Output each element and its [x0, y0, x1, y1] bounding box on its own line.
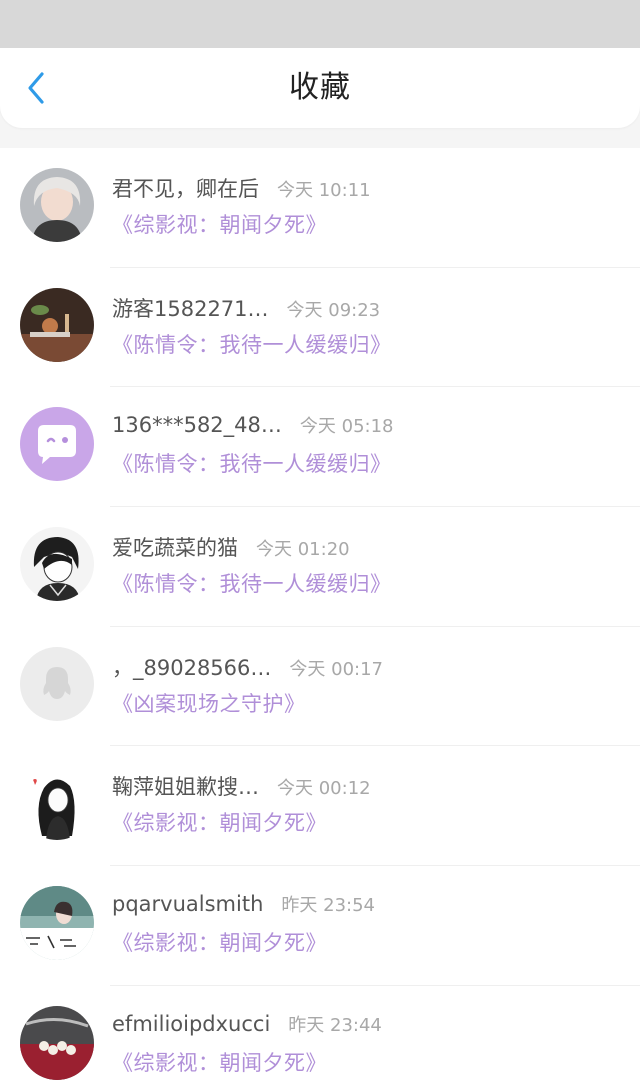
- book-title-link[interactable]: 《陈情令：我待一人缓缓归》: [112, 329, 392, 359]
- user-name: 游客1582271…: [112, 296, 269, 321]
- list-item[interactable]: 君不见，卿在后 今天 10:11 《综影视：朝闻夕死》: [0, 148, 640, 268]
- user-name-row: efmilioipdxucci 昨天 23:44: [112, 1011, 382, 1037]
- user-name-row: pqarvualsmith 昨天 23:54: [112, 891, 375, 917]
- avatar[interactable]: [20, 287, 94, 362]
- avatar[interactable]: [20, 1005, 94, 1080]
- list-item[interactable]: pqarvualsmith 昨天 23:54 《综影视：朝闻夕死》: [0, 866, 640, 986]
- user-name: 136***582_48…: [112, 413, 282, 438]
- book-title-link[interactable]: 《陈情令：我待一人缓缓归》: [112, 448, 392, 478]
- timestamp: 昨天 23:44: [288, 1014, 382, 1036]
- book-title-link[interactable]: 《凶案现场之守护》: [112, 688, 306, 718]
- avatar[interactable]: [20, 646, 94, 721]
- book-title-link[interactable]: 《综影视：朝闻夕死》: [112, 1047, 327, 1077]
- user-name-row: 鞠萍姐姐歉搜… 今天 00:12: [112, 771, 371, 801]
- timestamp: 今天 00:12: [277, 778, 371, 800]
- timestamp: 今天 10:11: [277, 180, 371, 201]
- default-penguin-icon: [20, 646, 94, 721]
- list-item[interactable]: 游客1582271… 今天 09:23 《陈情令：我待一人缓缓归》: [0, 268, 640, 388]
- user-name: efmilioipdxucci: [112, 1011, 271, 1036]
- user-name: 爱吃蔬菜的猫: [112, 536, 238, 561]
- user-name-row: 爱吃蔬菜的猫 今天 01:20: [112, 532, 350, 562]
- user-name-row: 君不见，卿在后 今天 10:11: [112, 173, 371, 203]
- user-name: 鞠萍姐姐歉搜…: [112, 775, 259, 800]
- avatar[interactable]: [20, 886, 94, 961]
- book-title-link[interactable]: 《综影视：朝闻夕死》: [112, 927, 327, 957]
- list-item[interactable]: efmilioipdxucci 昨天 23:44 《综影视：朝闻夕死》: [0, 986, 640, 1089]
- list-item[interactable]: 136***582_48… 今天 05:18 《陈情令：我待一人缓缓归》: [0, 387, 640, 508]
- timestamp: 今天 09:23: [286, 299, 381, 321]
- book-title-link[interactable]: 《陈情令：我待一人缓缓归》: [112, 568, 392, 598]
- list-item[interactable]: 爱吃蔬菜的猫 今天 01:20 《陈情令：我待一人缓缓归》: [0, 507, 640, 627]
- timestamp: 今天 05:18: [299, 416, 394, 438]
- avatar[interactable]: [20, 766, 94, 841]
- top-nav-bar: 收藏: [0, 48, 640, 128]
- list-item[interactable]: 鞠萍姐姐歉搜… 今天 00:12 《综影视：朝闻夕死》: [0, 746, 640, 867]
- timestamp: 今天 00:17: [289, 658, 383, 680]
- user-name-row: ，_89028566… 今天 00:17: [112, 652, 383, 682]
- avatar[interactable]: [20, 527, 94, 602]
- list-item[interactable]: ，_89028566… 今天 00:17 《凶案现场之守护》: [0, 627, 640, 747]
- book-title-link[interactable]: 《综影视：朝闻夕死》: [112, 209, 327, 239]
- timestamp: 今天 01:20: [256, 539, 350, 561]
- user-name: pqarvualsmith: [112, 892, 264, 917]
- page-title: 收藏: [289, 70, 351, 105]
- user-name: 君不见，卿在后: [112, 177, 259, 201]
- user-name-row: 游客1582271… 今天 09:23: [112, 293, 380, 323]
- status-bar: [0, 0, 640, 48]
- avatar[interactable]: [20, 168, 94, 242]
- chat-bubble-icon: [20, 407, 94, 482]
- user-name: ，_89028566…: [112, 655, 272, 680]
- timestamp: 昨天 23:54: [281, 895, 375, 917]
- book-title-link[interactable]: 《综影视：朝闻夕死》: [112, 807, 327, 837]
- favorites-list[interactable]: 君不见，卿在后 今天 10:11 《综影视：朝闻夕死》 游客1582271… 今天 …: [0, 148, 640, 1089]
- avatar[interactable]: [20, 407, 94, 482]
- user-name-row: 136***582_48… 今天 05:18: [112, 412, 394, 438]
